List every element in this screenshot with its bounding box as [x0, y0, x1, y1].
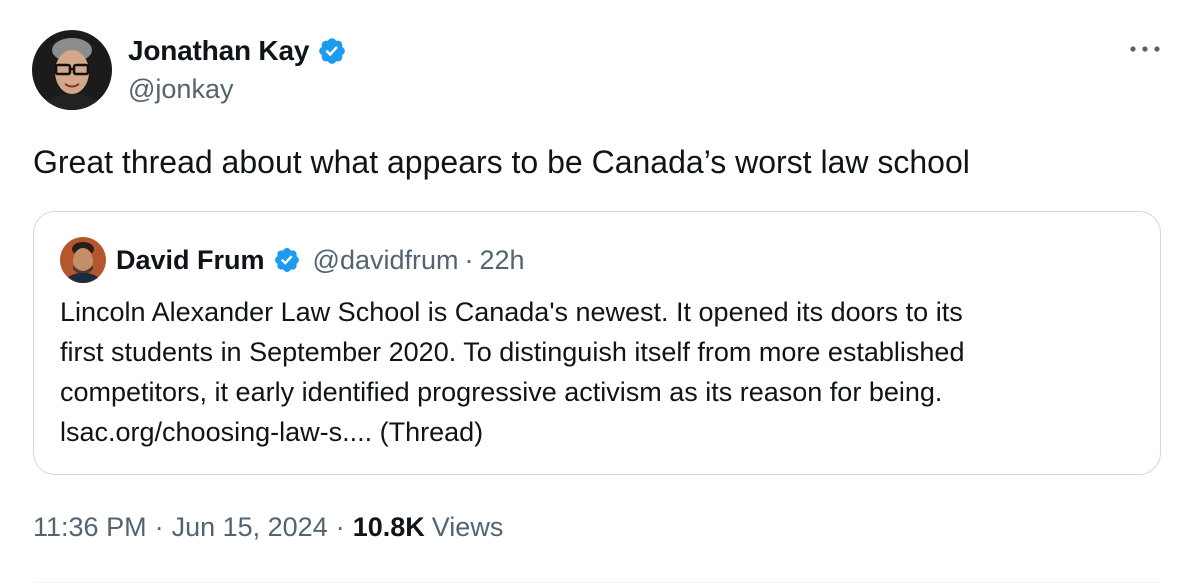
quoted-tweet[interactable]: David Frum @davidfrum · 22h Lincoln Alex… — [33, 211, 1161, 475]
views-count[interactable]: 10.8K — [353, 512, 425, 543]
meta-separator: · — [335, 512, 345, 542]
tweet-meta: 11:36 PM · Jun 15, 2024 · 10.8K Views — [33, 512, 503, 543]
quoted-author-avatar[interactable] — [60, 237, 106, 283]
quoted-text-line: competitors, it early identified progres… — [60, 377, 943, 407]
author-handle[interactable]: @jonkay — [128, 74, 233, 105]
quoted-text-line: Lincoln Alexander Law School is Canada's… — [60, 297, 963, 327]
quoted-author-name[interactable]: David Frum — [116, 245, 265, 276]
more-icon — [1130, 46, 1160, 52]
quoted-author-handle[interactable]: @davidfrum — [313, 245, 459, 276]
views-label: Views — [431, 512, 504, 542]
tweet-time[interactable]: 11:36 PM — [33, 512, 147, 543]
tweet-card: Jonathan Kay @jonkay Great thread about … — [0, 0, 1198, 586]
quoted-text-line: first students in September 2020. To dis… — [60, 337, 965, 367]
author-name-row: Jonathan Kay — [128, 32, 347, 70]
divider — [33, 582, 1161, 583]
more-button[interactable] — [1126, 36, 1164, 62]
quoted-header: David Frum @davidfrum · 22h — [116, 242, 525, 278]
verified-badge-icon — [317, 36, 347, 66]
quoted-text: Lincoln Alexander Law School is Canada's… — [60, 292, 1140, 452]
author-avatar[interactable] — [32, 30, 112, 110]
quoted-timestamp[interactable]: 22h — [480, 245, 525, 276]
tweet-date[interactable]: Jun 15, 2024 — [172, 512, 328, 543]
meta-separator: · — [154, 512, 164, 542]
verified-badge-icon — [273, 246, 301, 274]
quoted-separator: · — [464, 244, 474, 275]
author-name[interactable]: Jonathan Kay — [128, 35, 309, 67]
tweet-text: Great thread about what appears to be Ca… — [33, 144, 970, 180]
quoted-text-line: lsac.org/choosing-law-s.... (Thread) — [60, 417, 484, 447]
